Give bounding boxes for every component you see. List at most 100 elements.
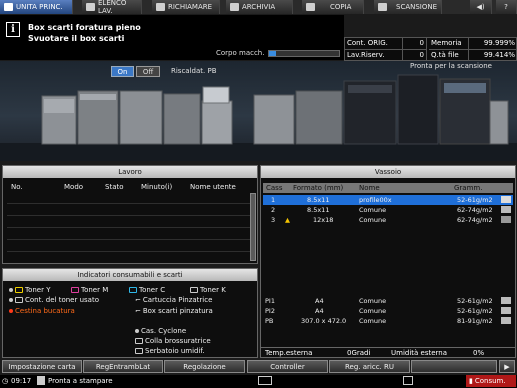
machine-illustration <box>0 74 517 161</box>
toner-k-indicator: Toner K <box>190 286 226 294</box>
col-nome: Nome <box>359 184 380 192</box>
lavoro-panel: Lavoro No. Modo Stato Minuto(i) Nome ute… <box>2 165 258 264</box>
toner-c-indicator: Toner C <box>129 286 165 294</box>
vassoio-title: Vassoio <box>261 166 515 178</box>
tab-unita-princ[interactable]: UNITA PRINC. <box>0 0 73 14</box>
consumables-icon: ▮ <box>469 377 473 385</box>
heating-off-button[interactable]: Off <box>136 66 160 77</box>
consumables-alert-button[interactable]: ▮ Consum. <box>466 375 516 387</box>
message-line-1: Box scarti foratura pieno <box>28 23 141 32</box>
help-button[interactable]: ? <box>496 0 517 14</box>
keyboard-icon[interactable] <box>258 376 272 385</box>
scan-status: Pronta per la scansione <box>410 62 492 70</box>
controller-button[interactable]: Controller <box>247 360 328 373</box>
arrow-right-icon: ▶ <box>504 362 510 371</box>
box-scarti-pinzatura-indicator: ⌐ Box scarti pinzatura <box>135 307 213 315</box>
colla-indicator: Colla brossuratrice <box>135 337 211 345</box>
serbatoio-indicator: Serbatoio umidif. <box>135 347 205 355</box>
job-row[interactable] <box>7 241 251 252</box>
tray-level-icon <box>501 196 511 203</box>
job-list-scrollbar[interactable] <box>250 193 256 261</box>
lavoro-title: Lavoro <box>3 166 257 178</box>
file-value: 99.414% <box>469 49 517 60</box>
volume-button[interactable]: ◀) <box>470 0 492 14</box>
corpo-level-fill <box>269 51 276 56</box>
toner-icon <box>190 287 198 293</box>
col-cass: Cass <box>266 184 283 192</box>
scan-icon <box>378 3 387 11</box>
status-dot-icon <box>9 298 13 302</box>
consumabili-panel: Indicatori consumabili e scarti Toner Y … <box>2 268 258 358</box>
machine-illustration-area <box>0 61 517 161</box>
blank-button[interactable] <box>411 360 497 373</box>
status-bar: ◷ 09:17 Pronta a stampare ▮ Consum. <box>0 375 517 388</box>
tray-level-icon <box>501 307 511 314</box>
tray-row-pi1[interactable]: PI1 A4 Comune 52-61g/m2 <box>263 296 513 306</box>
tab-copia[interactable]: COPIA <box>302 0 364 14</box>
col-formato: Formato (mm) <box>293 184 344 192</box>
consumabili-title: Indicatori consumabili e scarti <box>3 269 257 281</box>
toner-m-indicator: Toner M <box>71 286 108 294</box>
waste-toner-icon <box>15 297 23 303</box>
tray-level-icon <box>501 216 511 223</box>
temp-label: Temp.esterna <box>265 349 313 357</box>
heating-label: Riscaldat. PB <box>171 67 217 75</box>
umid-value: 0% <box>473 349 485 357</box>
environment-bar: Temp.esterna 0Gradi Umidità esterna 0% <box>261 347 515 357</box>
tab-scansione[interactable]: SCANSIONE <box>374 0 442 14</box>
cestina-bucatura-indicator: Cestina bucatura <box>9 307 75 315</box>
cyclone-indicator: Cas. Cyclone <box>135 327 186 335</box>
tray-row-pi2[interactable]: PI2 A4 Comune 52-61g/m2 <box>263 306 513 316</box>
status-time: 09:17 <box>11 377 32 385</box>
temp-value: 0Gradi <box>347 349 371 357</box>
orig-label: Cont. ORIG. <box>345 38 403 49</box>
tab-richiamare[interactable]: RICHIAMARE <box>152 0 220 14</box>
clock-icon: ◷ <box>2 377 9 385</box>
tab-elenco-lav[interactable]: ELENCO LAV. <box>82 0 142 15</box>
job-row[interactable] <box>7 229 251 240</box>
device-icon <box>403 376 413 385</box>
message-line-2: Svuotare il box scarti <box>28 34 125 43</box>
tray-row-pb[interactable]: PB 307.0 x 472.0 Comune 81-91g/m2 <box>263 316 513 326</box>
regolazione-button[interactable]: Regolazione <box>164 360 245 373</box>
status-text: Pronta a stampare <box>48 377 113 385</box>
job-row[interactable] <box>7 205 251 216</box>
col-gramm: Gramm. <box>454 184 483 192</box>
col-no: No. <box>11 183 23 191</box>
heating-on-button[interactable]: On <box>111 66 134 77</box>
regentramblat-button[interactable]: RegEntrambLat <box>83 360 163 373</box>
toner-icon <box>129 287 137 293</box>
job-row[interactable] <box>7 193 251 204</box>
copy-icon <box>306 3 315 11</box>
info-icon: i <box>6 22 20 37</box>
vassoio-panel: Vassoio Cass Formato (mm) Nome Gramm. 1 … <box>260 165 516 358</box>
col-minuti: Minuto(i) <box>141 183 173 191</box>
tray-row-3[interactable]: 3 ▲ 12x18 Comune 62-74g/m2 <box>263 215 513 225</box>
status-dot-icon <box>9 288 13 292</box>
store-icon <box>230 3 239 11</box>
staple-icon: ⌐ <box>135 296 141 304</box>
job-row[interactable] <box>7 217 251 228</box>
tray-row-2[interactable]: 2 8.5x11 Comune 62-74g/m2 <box>263 205 513 215</box>
glue-icon <box>135 338 143 344</box>
home-icon <box>4 3 13 11</box>
tab-archivia[interactable]: ARCHIVIA <box>226 0 293 14</box>
reg-aricc-ru-button[interactable]: Reg. aricc. RU <box>329 360 410 373</box>
recall-icon <box>156 3 165 11</box>
toner-icon <box>15 287 23 293</box>
tray-level-icon <box>501 297 511 304</box>
memoria-value: 99.999% <box>483 39 515 47</box>
humidifier-tank-icon <box>135 348 143 354</box>
memoria-label: Memoria <box>429 38 469 49</box>
next-page-button[interactable]: ▶ <box>499 360 515 373</box>
cyclone-icon <box>135 329 139 333</box>
umid-label: Umidità esterna <box>391 349 448 357</box>
staple-waste-icon: ⌐ <box>135 307 141 315</box>
help-icon: ? <box>504 3 508 11</box>
impostazione-carta-button[interactable]: Impostazione carta <box>2 360 82 373</box>
tray-row-1[interactable]: 1 8.5x11 profile00x 52-61g/m2 <box>263 195 513 205</box>
toner-usato-indicator: Cont. del toner usato <box>9 296 99 304</box>
warning-icon: ▲ <box>285 216 290 224</box>
riserv-value: 0 <box>403 49 427 60</box>
col-nome-utente: Nome utente <box>190 183 236 191</box>
